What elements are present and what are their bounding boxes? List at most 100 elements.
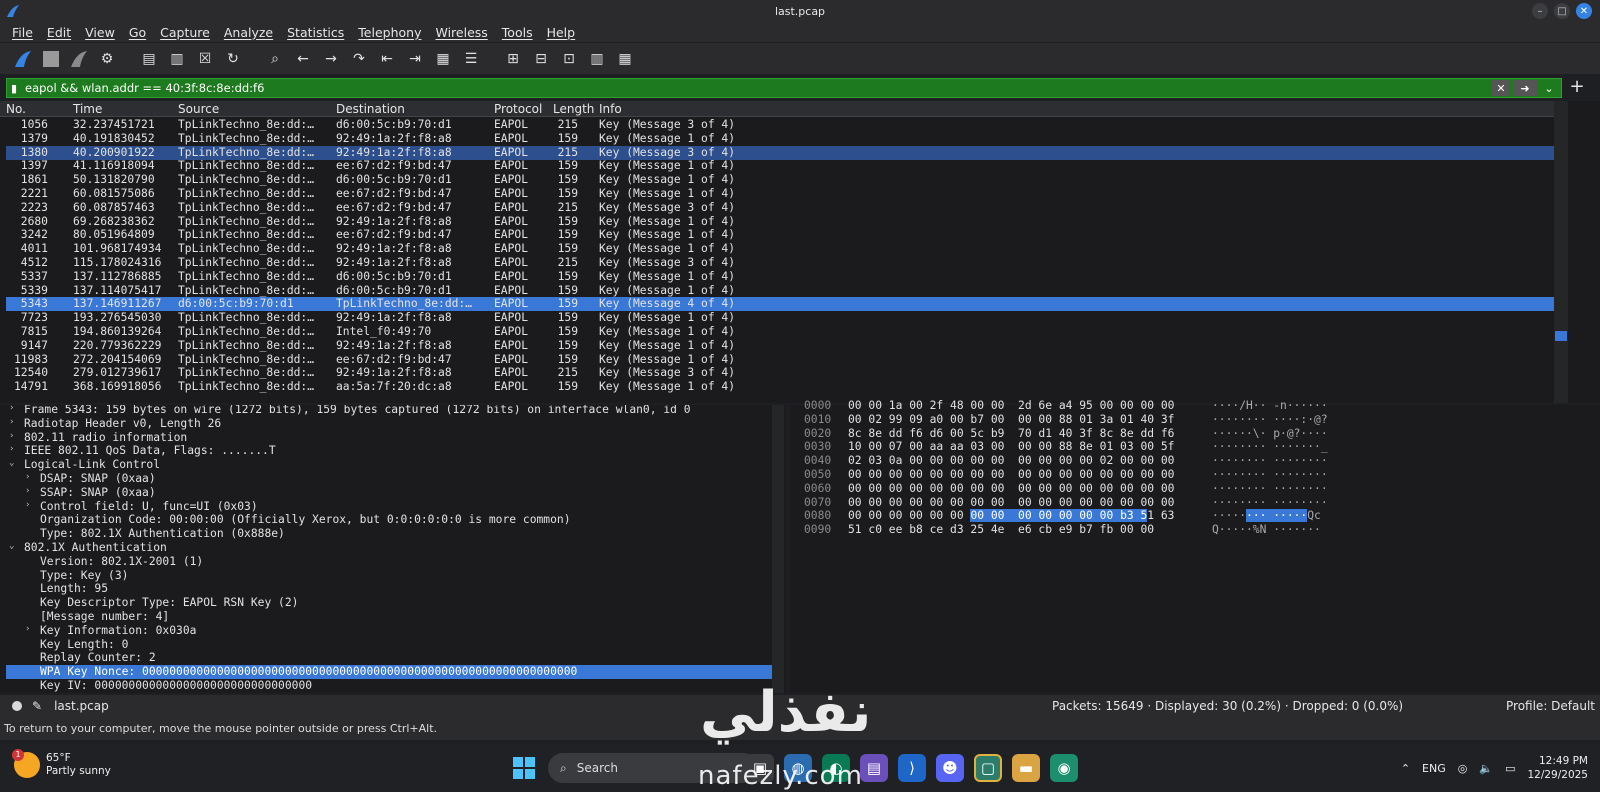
collapse-arrow-icon[interactable]: ⌄ [9, 458, 19, 468]
menu-edit[interactable]: Edit [47, 25, 71, 40]
go-to-packet-icon[interactable]: ↷ [348, 48, 370, 70]
packet-row[interactable]: 2221 60.081575086 TpLinkTechno_8e:dd:… ee:6… [6, 187, 1554, 201]
vscode-icon[interactable]: ⟩ [898, 754, 926, 782]
discord-icon[interactable]: ☻ [936, 754, 964, 782]
menu-go[interactable]: Go [129, 25, 146, 40]
normal-size-icon[interactable]: ⊡ [558, 48, 580, 70]
menu-help[interactable]: Help [547, 25, 576, 40]
apply-filter-icon[interactable]: ➜ [1513, 80, 1537, 96]
find-packet-icon[interactable]: ⌕ [264, 48, 286, 70]
detail-row[interactable]: Version: 802.1X-2001 (1) [6, 555, 784, 569]
layout-icon[interactable]: ▦ [614, 48, 636, 70]
file-explorer-icon[interactable]: ▬ [1012, 754, 1040, 782]
clear-filter-icon[interactable]: ✕ [1492, 80, 1510, 96]
expand-arrow-icon[interactable]: › [25, 624, 35, 634]
autoscroll-icon[interactable]: ▦ [432, 48, 454, 70]
expand-arrow-icon[interactable]: › [9, 417, 19, 427]
detail-row[interactable]: Replay Counter: 2 [6, 651, 784, 665]
go-back-icon[interactable]: ← [292, 48, 314, 70]
col-info[interactable]: Info [599, 102, 622, 116]
menu-capture[interactable]: Capture [160, 25, 210, 40]
last-packet-icon[interactable]: ⇥ [404, 48, 426, 70]
resize-columns-icon[interactable]: ▥ [586, 48, 608, 70]
colorize-icon[interactable]: ☰ [460, 48, 482, 70]
col-time[interactable]: Time [73, 102, 102, 116]
menu-analyze[interactable]: Analyze [224, 25, 273, 40]
minimize-icon[interactable]: – [1532, 3, 1548, 19]
bookmark-icon[interactable]: ▮ [7, 82, 21, 95]
detail-row[interactable]: Key Descriptor Type: EAPOL RSN Key (2) [6, 596, 784, 610]
detail-row[interactable]: › SSAP: SNAP (0xaa) [6, 486, 784, 500]
tray-chevron-icon[interactable]: ⌃ [1401, 762, 1410, 775]
detail-row[interactable]: › IEEE 802.11 QoS Data, Flags: .......T [6, 444, 784, 458]
packet-row[interactable]: 5339 137.114075417 TpLinkTechno_8e:dd:… d6:… [6, 284, 1554, 298]
capture-options-icon[interactable]: ⚙ [96, 48, 118, 70]
expand-arrow-icon[interactable]: › [25, 472, 35, 482]
detail-row[interactable]: › Frame 5343: 159 bytes on wire (1272 bit… [6, 405, 784, 417]
packet-row[interactable]: 9147 220.779362229 TpLinkTechno_8e:dd:… 92:… [6, 339, 1554, 353]
first-packet-icon[interactable]: ⇤ [376, 48, 398, 70]
open-file-icon[interactable]: ▤ [138, 48, 160, 70]
packet-row[interactable]: 11983 272.204154069 TpLinkTechno_8e:dd:… ee… [6, 353, 1554, 367]
stop-capture-icon[interactable] [40, 48, 62, 70]
reload-file-icon[interactable]: ↻ [222, 48, 244, 70]
detail-row[interactable]: Key IV: 00000000000000000000000000000000 [6, 679, 784, 693]
detail-row[interactable]: › 802.11 radio information [6, 431, 784, 445]
add-filter-button-icon[interactable]: + [1564, 77, 1590, 97]
detail-row[interactable]: › Control field: U, func=UI (0x03) [6, 500, 784, 514]
packet-row[interactable]: 7723 193.276545030 TpLinkTechno_8e:dd:… 92:… [6, 311, 1554, 325]
weather-widget[interactable]: 1 65°F Partly sunny [12, 749, 111, 778]
col-protocol[interactable]: Protocol [494, 102, 542, 116]
detail-row[interactable]: ⌄ Logical-Link Control [6, 458, 784, 472]
detail-row[interactable]: › Radiotap Header v0, Length 26 [6, 417, 784, 431]
packet-row[interactable]: 5343 137.146911267 d6:00:5c:b9:70:d1 TpLink… [6, 297, 1554, 312]
packet-row[interactable]: 2223 60.087857463 TpLinkTechno_8e:dd:… ee:6… [6, 201, 1554, 215]
detail-row[interactable]: [Message number: 4] [6, 610, 784, 624]
go-forward-icon[interactable]: → [320, 48, 342, 70]
packet-row[interactable]: 1380 40.200901922 TpLinkTechno_8e:dd:… 92:4… [6, 145, 1554, 160]
expand-arrow-icon[interactable]: › [25, 500, 35, 510]
detail-row[interactable]: › Key Information: 0x030a [6, 624, 784, 638]
col-source[interactable]: Source [178, 102, 219, 116]
packet-row[interactable]: 4512 115.178024316 TpLinkTechno_8e:dd:… 92:… [6, 256, 1554, 270]
packet-row[interactable]: 3242 80.051964809 TpLinkTechno_8e:dd:… ee:6… [6, 228, 1554, 242]
menu-tools[interactable]: Tools [502, 25, 533, 40]
language-indicator[interactable]: ENG [1422, 762, 1446, 775]
edit-comment-icon[interactable]: ✎ [32, 699, 42, 713]
battery-icon[interactable]: ▭ [1505, 762, 1515, 775]
packet-row[interactable]: 1861 50.131820790 TpLinkTechno_8e:dd:… d6:0… [6, 173, 1554, 187]
save-file-icon[interactable]: ▥ [166, 48, 188, 70]
display-filter-input[interactable]: eapol && wlan.addr == 40:3f:8c:8e:dd:f6 [21, 81, 1492, 95]
details-scrollbar[interactable] [772, 405, 784, 693]
detail-row[interactable]: Key Length: 0 [6, 638, 784, 652]
packet-row[interactable]: 7815 194.860139264 TpLinkTechno_8e:dd:… Int… [6, 325, 1554, 339]
expand-arrow-icon[interactable]: › [25, 486, 35, 496]
menu-view[interactable]: View [85, 25, 115, 40]
collapse-arrow-icon[interactable]: ⌄ [9, 541, 19, 551]
volume-icon[interactable]: 🔈 [1479, 762, 1493, 775]
packet-row[interactable]: 14791 368.169918056 TpLinkTechno_8e:dd:… aa… [6, 380, 1554, 394]
detail-row[interactable]: Type: 802.1X Authentication (0x888e) [6, 527, 784, 541]
detail-row[interactable]: Type: Key (3) [6, 569, 784, 583]
expand-arrow-icon[interactable]: › [9, 405, 19, 413]
vmware-icon[interactable]: ▢ [974, 754, 1002, 782]
start-capture-icon[interactable] [12, 48, 34, 70]
packet-row[interactable]: 1397 41.116918094 TpLinkTechno_8e:dd:… ee:6… [6, 159, 1554, 173]
packet-list-scrollbar[interactable] [1554, 101, 1568, 403]
detail-row[interactable]: ⌄ 802.1X Authentication [6, 541, 784, 555]
packet-row[interactable]: 1056 32.237451721 TpLinkTechno_8e:dd:… d6:0… [6, 118, 1554, 132]
zoom-out-icon[interactable]: ⊟ [530, 48, 552, 70]
notepad-icon[interactable]: ▤ [860, 754, 888, 782]
expert-info-icon[interactable] [12, 701, 22, 711]
detail-row[interactable]: WPA Key Nonce: 0000000000000000000000000… [6, 665, 784, 680]
col-no[interactable]: No. [6, 102, 26, 116]
col-destination[interactable]: Destination [336, 102, 405, 116]
edge-icon[interactable]: ◉ [1050, 754, 1078, 782]
packet-row[interactable]: 5337 137.112786885 TpLinkTechno_8e:dd:… d6:… [6, 270, 1554, 284]
close-icon[interactable]: ✕ [1576, 3, 1592, 19]
zoom-in-icon[interactable]: ⊞ [502, 48, 524, 70]
col-length[interactable]: Length [553, 102, 594, 116]
expand-arrow-icon[interactable]: › [9, 444, 19, 454]
menu-file[interactable]: File [12, 25, 33, 40]
detail-row[interactable]: › DSAP: SNAP (0xaa) [6, 472, 784, 486]
